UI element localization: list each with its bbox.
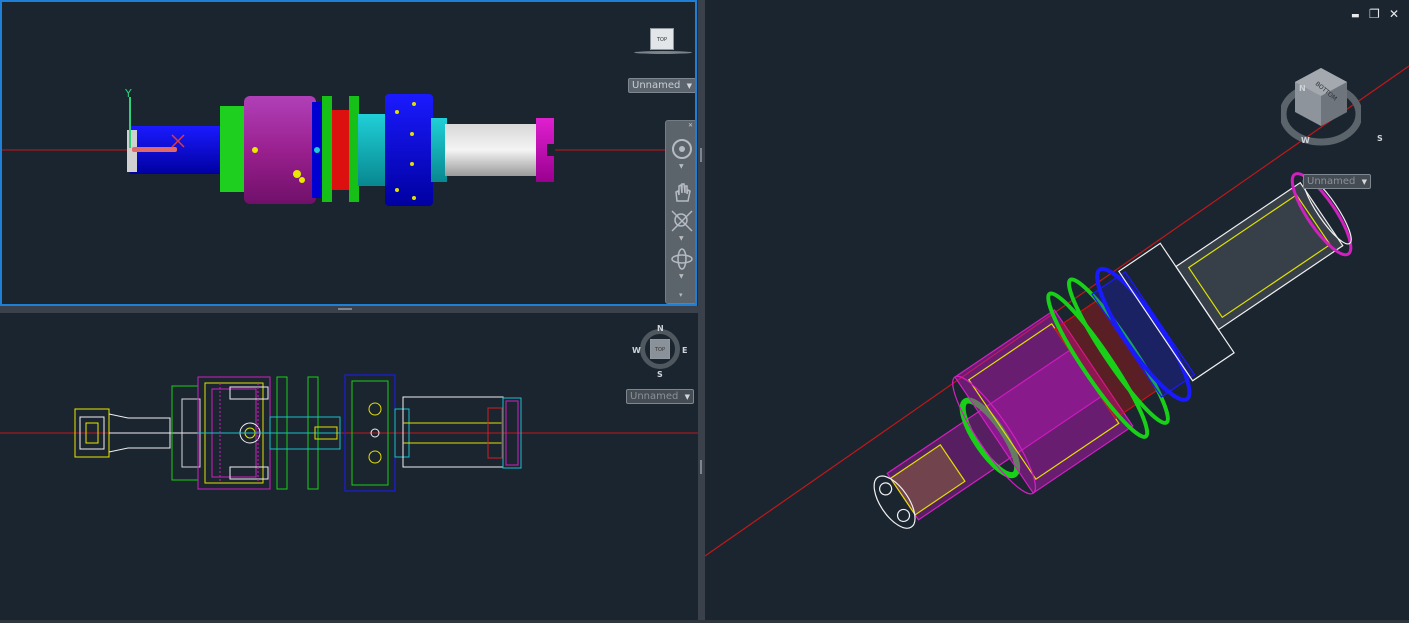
zoom-extents-icon[interactable] bbox=[670, 209, 694, 233]
compass-south[interactable]: S bbox=[657, 370, 663, 379]
compass-north[interactable]: N bbox=[1299, 84, 1306, 93]
compass-north[interactable]: N bbox=[657, 324, 664, 333]
close-button[interactable]: ✕ bbox=[1389, 8, 1399, 20]
part-magenta-notch bbox=[547, 144, 555, 156]
part-red-ring bbox=[332, 110, 350, 190]
steering-wheel-icon[interactable] bbox=[670, 137, 694, 161]
orbit-icon[interactable] bbox=[670, 247, 694, 271]
part-grey-cylinder bbox=[445, 124, 538, 176]
part-cyan-collar bbox=[431, 118, 447, 182]
compass-south[interactable]: S bbox=[1377, 134, 1383, 143]
splitter-grip bbox=[338, 308, 352, 310]
close-navbar-icon[interactable]: ✕ bbox=[688, 122, 693, 129]
compass-east[interactable]: E bbox=[682, 346, 687, 355]
ucs-dropdown[interactable]: Unnamed ▼ bbox=[1303, 174, 1371, 189]
part-green-ring-2 bbox=[322, 96, 332, 202]
part-green-ring-1 bbox=[220, 106, 246, 192]
navbar-menu-icon[interactable]: ▾ bbox=[679, 291, 683, 299]
viewcube[interactable]: TOP bbox=[650, 339, 670, 359]
navigation-bar[interactable]: ✕ ▼ ▼ ▼ ▾ bbox=[665, 120, 695, 304]
chevron-down-icon: ▼ bbox=[684, 393, 690, 401]
chevron-down-icon: ▼ bbox=[686, 82, 692, 90]
viewcube[interactable]: TOP bbox=[650, 28, 674, 50]
chevron-down-icon: ▼ bbox=[1361, 178, 1367, 186]
pan-icon[interactable] bbox=[670, 181, 694, 205]
ucs-y-label: Y bbox=[124, 87, 132, 100]
part-cyan-ring bbox=[358, 114, 388, 186]
chevron-down-icon[interactable]: ▼ bbox=[679, 273, 684, 280]
viewport-iso-wireframe[interactable]: BOTTOM N S W Unnamed ▼ ▬ ❐ ✕ bbox=[705, 0, 1409, 620]
restore-button[interactable]: ❐ bbox=[1369, 8, 1380, 20]
splitter-grip bbox=[700, 148, 702, 162]
chevron-down-icon[interactable]: ▼ bbox=[679, 163, 684, 170]
model-top-wireframe bbox=[0, 374, 698, 492]
vertical-splitter[interactable] bbox=[698, 0, 705, 623]
part-blue-flange bbox=[385, 94, 433, 206]
viewport-top-wireframe[interactable]: TOP N S E W Unnamed ▼ bbox=[0, 313, 698, 620]
chevron-down-icon[interactable]: ▼ bbox=[679, 235, 684, 242]
horizontal-splitter[interactable] bbox=[0, 306, 700, 313]
ucs-dropdown[interactable]: Unnamed ▼ bbox=[626, 389, 694, 404]
compass-west[interactable]: W bbox=[1301, 136, 1310, 145]
splitter-grip bbox=[700, 460, 702, 474]
viewcube-base bbox=[634, 51, 692, 54]
part-green-ring-3 bbox=[349, 96, 359, 202]
viewport-top-shaded[interactable]: Y TOP Unnamed ▼ ✕ ▼ ▼ ▼ ▾ bbox=[0, 0, 697, 306]
viewcube-iso[interactable]: BOTTOM N S W bbox=[1279, 66, 1383, 146]
minimize-button[interactable]: ▬ bbox=[1351, 10, 1360, 22]
ucs-dropdown[interactable]: Unnamed ▼ bbox=[628, 78, 695, 93]
model-top-shaded: Y bbox=[2, 87, 695, 206]
compass-west[interactable]: W bbox=[632, 346, 641, 355]
